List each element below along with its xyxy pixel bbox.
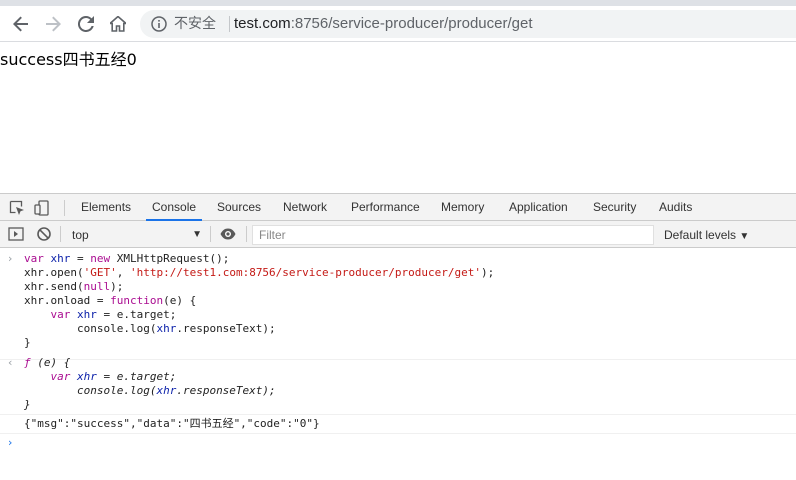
- console-divider: [60, 226, 61, 242]
- url-host: test.com: [234, 15, 291, 32]
- inspect-element-icon[interactable]: [9, 200, 25, 216]
- reload-icon: [78, 16, 94, 32]
- code-line: xhr.onload = function(e) {: [24, 294, 197, 307]
- home-button[interactable]: [105, 11, 131, 37]
- dropdown-triangle-icon: ▼: [739, 231, 750, 242]
- device-toolbar-icon[interactable]: [34, 200, 50, 216]
- browser-toolbar: 不安全 test.com:8756/service-producer/produ…: [0, 6, 796, 42]
- console-divider: [210, 226, 211, 242]
- console-sidebar-icon[interactable]: [8, 226, 24, 242]
- url-path: :8756/service-producer/producer/get: [290, 15, 533, 32]
- info-icon[interactable]: [151, 16, 167, 32]
- arrow-right-icon: [46, 16, 61, 32]
- console-log-message: {"msg":"success","data":"四书五经","code":"0…: [0, 415, 796, 434]
- console-filter-input[interactable]: Filter: [252, 225, 654, 245]
- log-levels-dropdown[interactable]: Default levels ▼: [664, 225, 749, 247]
- code-line: var xhr = new XMLHttpRequest();: [24, 252, 230, 265]
- console-input-message: › var xhr = new XMLHttpRequest(); xhr.op…: [0, 249, 796, 360]
- input-chevron-icon: ›: [8, 252, 13, 265]
- code-line: var xhr = e.target;: [50, 308, 177, 321]
- tab-application[interactable]: Application: [509, 194, 568, 221]
- tab-network[interactable]: Network: [283, 194, 327, 221]
- console-prompt[interactable]: ›: [0, 435, 796, 451]
- result-line: var xhr = e.target;: [50, 370, 177, 383]
- context-selector[interactable]: top ▼: [66, 225, 206, 245]
- context-value: top: [72, 228, 89, 242]
- arrow-left-icon: [13, 16, 28, 32]
- url-text[interactable]: test.com:8756/service-producer/producer/…: [234, 16, 533, 32]
- reload-button[interactable]: [73, 11, 99, 37]
- prompt-chevron-icon: ›: [8, 436, 13, 449]
- clear-console-icon[interactable]: [36, 226, 52, 242]
- code-line: }: [24, 336, 31, 349]
- security-label[interactable]: 不安全: [174, 16, 216, 32]
- tab-console[interactable]: Console: [145, 194, 203, 221]
- result-line: }: [24, 398, 31, 411]
- log-text: {"msg":"success","data":"四书五经","code":"0…: [24, 417, 320, 430]
- code-line: xhr.open('GET', 'http://test1.com:8756/s…: [24, 266, 495, 279]
- tab-audits[interactable]: Audits: [659, 194, 692, 221]
- tab-elements[interactable]: Elements: [81, 194, 131, 221]
- back-button[interactable]: [8, 11, 34, 37]
- page-body-text: success四书五经0: [0, 50, 137, 69]
- console-toolbar: top ▼ Filter Default levels ▼: [0, 221, 796, 248]
- console-result-message: ‹ ƒ (e) { var xhr = e.target; console.lo…: [0, 353, 796, 415]
- result-line: console.log(xhr.responseText);: [24, 384, 276, 397]
- eye-icon[interactable]: [220, 226, 236, 242]
- tab-security[interactable]: Security: [593, 194, 636, 221]
- tab-performance[interactable]: Performance: [351, 194, 420, 221]
- forward-button[interactable]: [40, 11, 66, 37]
- home-icon: [110, 16, 126, 32]
- code-line: console.log(xhr.responseText);: [24, 322, 276, 335]
- dropdown-triangle-icon: ▼: [192, 229, 202, 240]
- omnibox-divider: [229, 16, 230, 32]
- devtools-tabbar: Elements Console Sources Network Perform…: [0, 193, 796, 221]
- tabbar-divider: [64, 200, 65, 216]
- address-bar[interactable]: 不安全 test.com:8756/service-producer/produ…: [140, 10, 796, 38]
- levels-label: Default levels: [664, 228, 737, 242]
- tab-memory[interactable]: Memory: [441, 194, 484, 221]
- result-line[interactable]: ƒ (e) {: [24, 356, 70, 370]
- result-chevron-icon: ‹: [8, 356, 13, 369]
- console-output[interactable]: › var xhr = new XMLHttpRequest(); xhr.op…: [0, 249, 796, 480]
- tab-sources[interactable]: Sources: [217, 194, 261, 221]
- code-line: xhr.send(null);: [24, 280, 124, 293]
- console-divider: [246, 226, 247, 242]
